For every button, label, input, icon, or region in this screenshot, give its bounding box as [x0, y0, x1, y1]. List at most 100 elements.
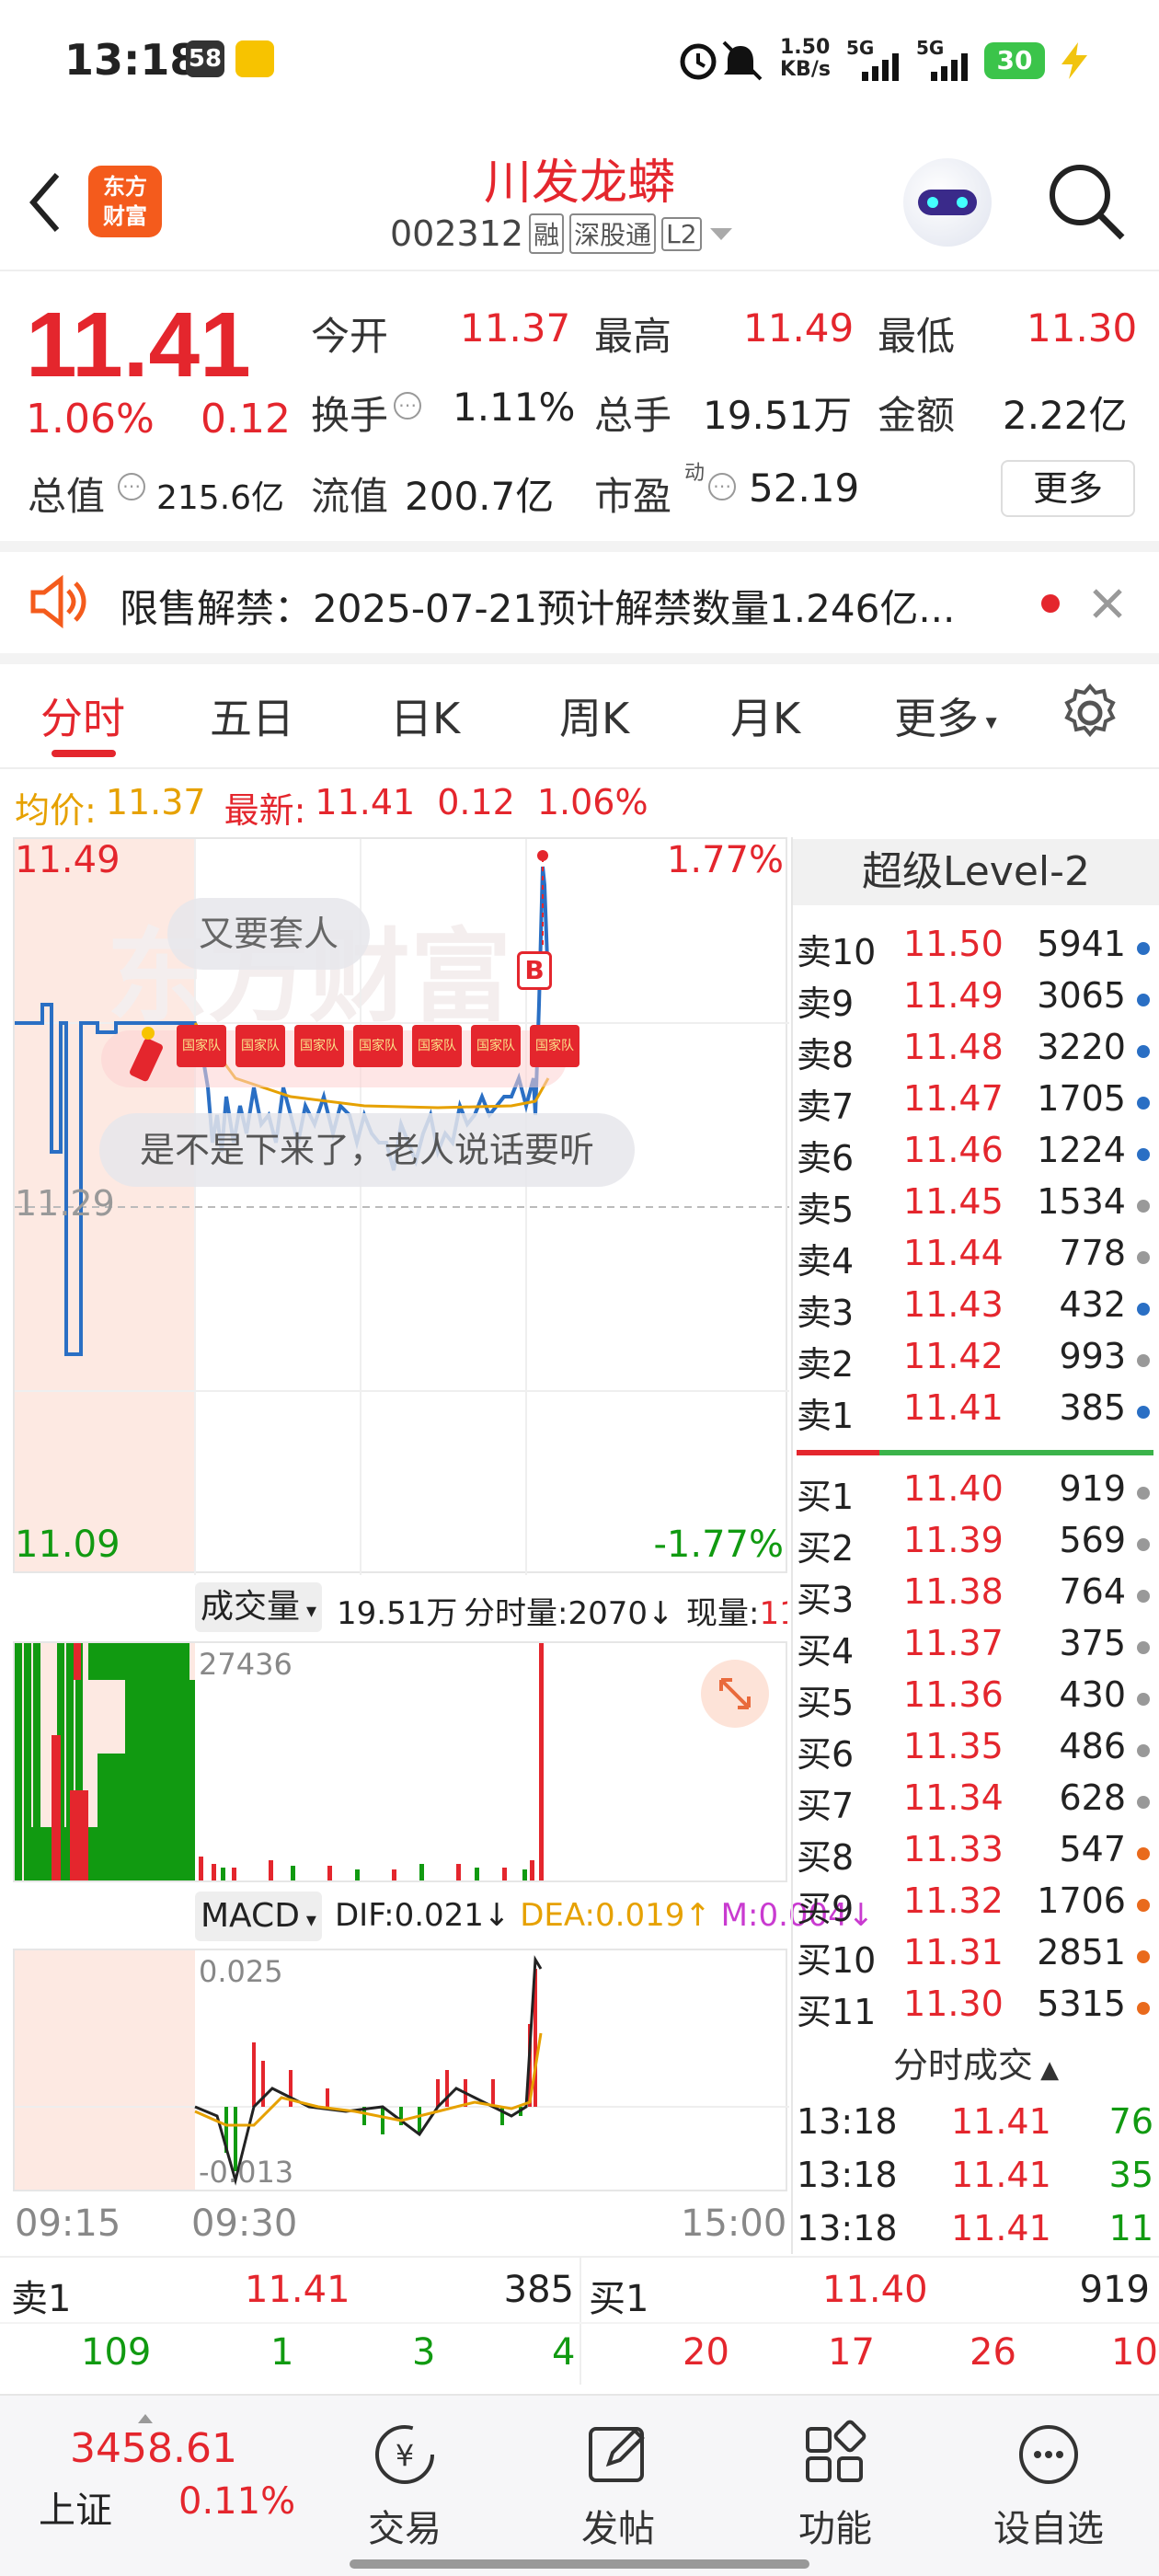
- comment-bubble[interactable]: 是不是下来了，老人说话要听: [99, 1113, 636, 1187]
- level-dot: [1137, 1899, 1150, 1912]
- expand-icon[interactable]: [701, 1660, 769, 1728]
- level-label: 卖1: [797, 1396, 855, 1436]
- buy-order-row[interactable]: 买2 11.39 569: [793, 1520, 1159, 1571]
- level-volume: 547: [1059, 1829, 1126, 1869]
- level-volume: 486: [1059, 1726, 1126, 1766]
- level2-title[interactable]: 超级Level-2: [793, 839, 1159, 905]
- trade-volume: 11: [1108, 2208, 1153, 2248]
- level-label: 买8: [797, 1837, 855, 1878]
- bq-buy-label: 买1: [589, 2278, 649, 2320]
- tab-weekly-k[interactable]: 周K: [559, 685, 629, 746]
- sell-order-row[interactable]: 卖5 11.45 1534: [793, 1181, 1159, 1233]
- price-chart[interactable]: 东方财富 11.49 11.29 11.09 1.77% -1.77% 又要套人…: [13, 837, 789, 1575]
- pe-value: 52.19: [749, 466, 860, 511]
- notice-text: 限售解禁：2025-07-21预计解禁数量1.246亿...: [120, 586, 956, 631]
- close-icon[interactable]: [1089, 585, 1126, 622]
- level-volume: 1224: [1037, 1130, 1126, 1170]
- sell-order-row[interactable]: 卖3 11.43 432: [793, 1284, 1159, 1336]
- info-icon[interactable]: ⋯: [394, 392, 421, 420]
- level-volume: 430: [1059, 1674, 1126, 1715]
- buy-order-row[interactable]: 买9 11.32 1706: [793, 1880, 1159, 1932]
- index-ticker[interactable]: 3458.61 上证 0.11%: [0, 2409, 304, 2537]
- level-price: 11.45: [903, 1181, 1004, 1222]
- more-button[interactable]: 更多: [1001, 460, 1135, 517]
- charging-icon: [1061, 42, 1087, 79]
- comment-bubble[interactable]: 又要套人: [167, 898, 371, 970]
- sell-order-row[interactable]: 卖1 11.41 385: [793, 1387, 1159, 1439]
- level-dot: [1137, 1045, 1150, 1058]
- buy-order-row[interactable]: 买7 11.34 628: [793, 1777, 1159, 1829]
- sell-order-row[interactable]: 卖8 11.48 3220: [793, 1027, 1159, 1078]
- level-label: 卖9: [797, 983, 855, 1024]
- level-volume: 778: [1059, 1233, 1126, 1273]
- sell-order-row[interactable]: 卖4 11.44 778: [793, 1233, 1159, 1284]
- float-mcap-value: 200.7亿: [405, 474, 555, 519]
- level-volume: 569: [1059, 1520, 1126, 1560]
- volume-header: 成交量 ▾ 19.51万 分时量:2070↓ 现量:11: [13, 1575, 787, 1641]
- sell-order-row[interactable]: 卖9 11.49 3065: [793, 975, 1159, 1027]
- buy-order-row[interactable]: 买8 11.33 547: [793, 1829, 1159, 1880]
- status-bar: 13:18 58 1.50 KB/s 5G 5G 30: [0, 0, 1159, 129]
- buy-order-row[interactable]: 买11 11.30 5315: [793, 1984, 1159, 2035]
- level-price: 11.41: [903, 1387, 1004, 1428]
- tab-5day[interactable]: 五日: [210, 685, 294, 746]
- sell-order-row[interactable]: 卖6 11.46 1224: [793, 1130, 1159, 1181]
- stock-code-row[interactable]: 002312 融 深股通 L2: [390, 213, 735, 254]
- tab-fenshi[interactable]: 分时: [40, 685, 125, 746]
- tab-daily-k[interactable]: 日K: [390, 685, 460, 746]
- macd-selector[interactable]: MACD ▾: [195, 1892, 322, 1941]
- settings-gear-icon[interactable]: [1060, 683, 1120, 743]
- ratio-bar-buy: [879, 1450, 1153, 1455]
- search-icon[interactable]: [1045, 160, 1128, 243]
- notice-bar[interactable]: 限售解禁：2025-07-21预计解禁数量1.246亿...: [0, 552, 1159, 653]
- sell-order-row[interactable]: 卖10 11.50 5941: [793, 924, 1159, 975]
- buy-order-row[interactable]: 买1 11.40 919: [793, 1468, 1159, 1520]
- robot-avatar-icon[interactable]: [903, 158, 992, 247]
- sell-order-row[interactable]: 卖2 11.42 993: [793, 1336, 1159, 1387]
- buy-order-row[interactable]: 买6 11.35 486: [793, 1726, 1159, 1777]
- buy-order-row[interactable]: 买3 11.38 764: [793, 1571, 1159, 1623]
- last-pct: 1.06%: [536, 782, 648, 822]
- bq-left-num: 1: [270, 2331, 294, 2374]
- avg-value: 11.37: [105, 782, 206, 822]
- nav-post[interactable]: 发帖: [563, 2420, 673, 2552]
- level-price: 11.49: [903, 975, 1004, 1016]
- tab-more[interactable]: 更多 ▾: [894, 685, 997, 746]
- macd-chart[interactable]: 0.025 -0.013: [13, 1949, 789, 2191]
- level-price: 11.47: [903, 1078, 1004, 1119]
- trade-icon: ¥: [375, 2425, 434, 2484]
- buy-marker[interactable]: B: [517, 951, 552, 990]
- last-change: 0.12: [437, 782, 515, 822]
- level-label: 卖6: [797, 1138, 855, 1179]
- level-label: 卖4: [797, 1241, 855, 1282]
- sell-order-row[interactable]: 卖7 11.47 1705: [793, 1078, 1159, 1130]
- info-icon[interactable]: ⋯: [708, 473, 736, 500]
- bq-buy-vol: 919: [1079, 2269, 1150, 2311]
- low-label: 最低: [878, 314, 956, 359]
- pe-sup: 动: [684, 462, 706, 485]
- float-mcap-label: 流值: [311, 474, 389, 519]
- nav-add-watchlist[interactable]: 设自选: [975, 2420, 1122, 2552]
- nav-trade[interactable]: ¥ 交易: [350, 2420, 460, 2552]
- level-price: 11.31: [903, 1932, 1004, 1972]
- amount-value: 2.22亿: [1003, 393, 1128, 438]
- trades-title[interactable]: 分时成交 ▲: [793, 2033, 1159, 2098]
- change-pct: 1.06%: [26, 396, 155, 443]
- nav-functions[interactable]: 功能: [780, 2420, 890, 2552]
- volume-total: 19.51万: [337, 1595, 458, 1632]
- volume-chart[interactable]: 27436: [13, 1641, 787, 1882]
- macd-bottom: -0.013: [199, 2155, 294, 2190]
- triangle-icon: [138, 2414, 153, 2423]
- buy-order-row[interactable]: 买5 11.36 430: [793, 1674, 1159, 1726]
- signal-icon-2: [931, 53, 968, 81]
- divider: [580, 2256, 581, 2385]
- level-label: 买6: [797, 1734, 855, 1775]
- buy-order-row[interactable]: 买4 11.37 375: [793, 1623, 1159, 1674]
- level-volume: 1534: [1037, 1181, 1126, 1222]
- info-icon[interactable]: ⋯: [118, 473, 145, 500]
- volume-selector[interactable]: 成交量 ▾: [195, 1582, 323, 1632]
- level-dot: [1137, 1693, 1150, 1706]
- buy-order-row[interactable]: 买10 11.31 2851: [793, 1932, 1159, 1984]
- mcap-value: 215.6亿: [156, 479, 285, 517]
- tab-monthly-k[interactable]: 月K: [730, 685, 800, 746]
